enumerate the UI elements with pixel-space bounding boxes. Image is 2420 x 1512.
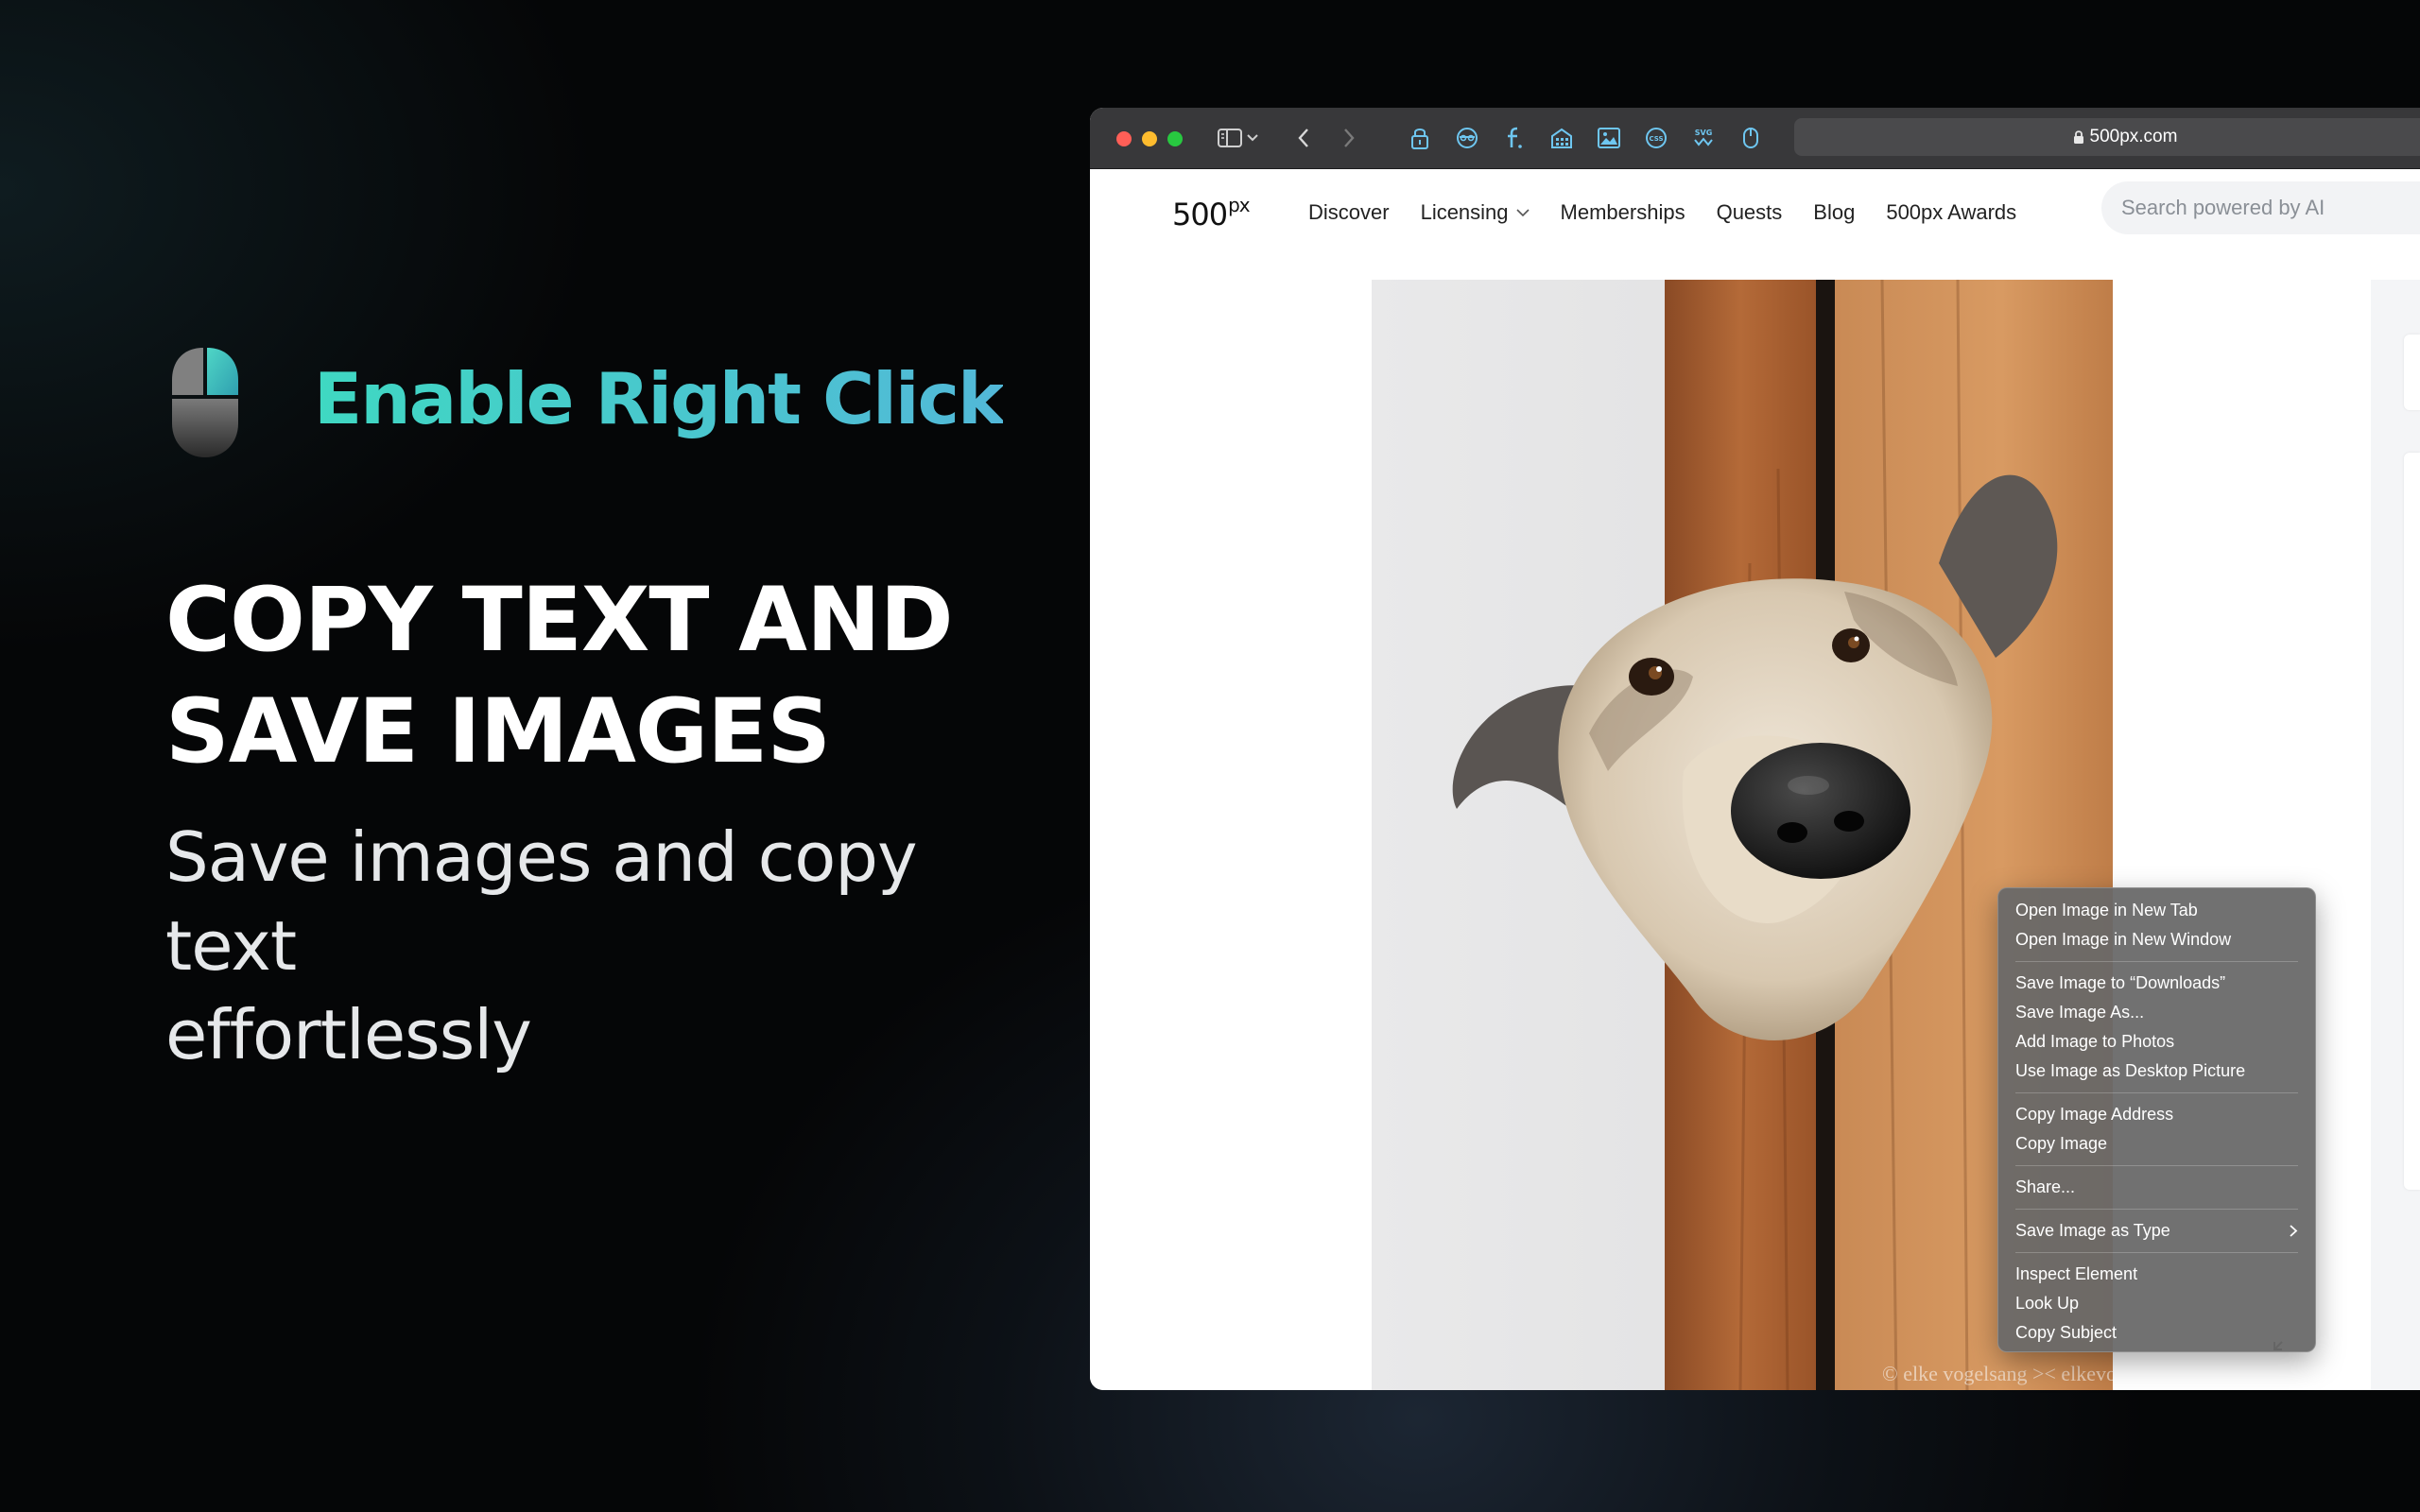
subline-line-2: effortlessly — [165, 995, 532, 1074]
css-icon[interactable]: CSS — [1641, 123, 1671, 153]
menu-open-new-window[interactable]: Open Image in New Window — [1998, 925, 2315, 954]
mouse-icon — [172, 348, 238, 457]
menu-save-as-type-label: Save Image as Type — [2015, 1221, 2170, 1240]
svg-icon[interactable]: SVG — [1688, 123, 1719, 153]
context-menu: Open Image in New Tab Open Image in New … — [1997, 887, 2316, 1352]
logo-text: 500 — [1172, 197, 1228, 232]
menu-look-up[interactable]: Look Up — [1998, 1289, 2315, 1318]
svg-text:CSS: CSS — [1649, 135, 1663, 143]
building-icon[interactable] — [1547, 123, 1577, 153]
menu-inspect-element[interactable]: Inspect Element — [1998, 1260, 2315, 1289]
menu-separator — [2015, 1165, 2298, 1166]
nav-discover[interactable]: Discover — [1308, 200, 1390, 225]
menu-copy-image[interactable]: Copy Image — [1998, 1129, 2315, 1159]
menu-copy-image-address[interactable]: Copy Image Address — [1998, 1100, 2315, 1129]
menu-separator — [2015, 961, 2298, 962]
sidebar-icon[interactable] — [1215, 123, 1245, 153]
chevron-down-icon — [1515, 208, 1530, 216]
menu-add-to-photos[interactable]: Add Image to Photos — [1998, 1027, 2315, 1057]
side-card — [2404, 335, 2420, 410]
menu-save-to-downloads[interactable]: Save Image to “Downloads” — [1998, 969, 2315, 998]
menu-desktop-picture[interactable]: Use Image as Desktop Picture — [1998, 1057, 2315, 1086]
headline-line-1: COPY TEXT AND — [165, 569, 954, 672]
close-window-button[interactable] — [1116, 131, 1132, 146]
nav-blog[interactable]: Blog — [1813, 200, 1855, 225]
menu-separator — [2015, 1092, 2298, 1093]
subline: Save images and copy text effortlessly — [165, 813, 1063, 1079]
menu-copy-subject[interactable]: Copy Subject — [1998, 1318, 2315, 1348]
menu-separator — [2015, 1209, 2298, 1210]
menu-save-as-type[interactable]: Save Image as Type — [1998, 1216, 2315, 1246]
minimize-window-button[interactable] — [1142, 131, 1157, 146]
browser-toolbar: CSS SVG 500px.com — [1090, 108, 2420, 169]
chevron-right-icon — [2290, 1225, 2298, 1237]
site-nav: Discover Licensing Memberships Quests Bl… — [1308, 200, 2016, 225]
nav-licensing[interactable]: Licensing — [1421, 200, 1530, 225]
url-text: 500px.com — [2089, 127, 2178, 146]
headline-line-2: SAVE IMAGES — [165, 680, 831, 783]
image-icon[interactable] — [1594, 123, 1624, 153]
mouse-extension-icon[interactable] — [1736, 123, 1766, 153]
nav-licensing-label: Licensing — [1420, 200, 1509, 224]
nav-quests[interactable]: Quests — [1717, 200, 1783, 225]
forward-icon[interactable] — [1334, 123, 1364, 153]
app-title: Enable Right Click — [314, 357, 1005, 440]
eye-icon[interactable] — [1452, 123, 1482, 153]
back-icon[interactable] — [1288, 123, 1319, 153]
photo-credit: © elke vogelsang >< elkevogelsang.com — [1882, 1362, 2113, 1385]
menu-separator — [2015, 1252, 2298, 1253]
site-logo[interactable]: 500px — [1172, 194, 1251, 232]
svg-text:SVG: SVG — [1695, 129, 1713, 137]
zoom-window-button[interactable] — [1167, 131, 1183, 146]
headline: COPY TEXT AND SAVE IMAGES — [165, 565, 1016, 788]
subline-line-1: Save images and copy text — [165, 817, 918, 986]
logo-sup: px — [1228, 194, 1251, 216]
nav-awards[interactable]: 500px Awards — [1886, 200, 2016, 225]
address-bar[interactable]: 500px.com — [1794, 118, 2420, 156]
menu-save-image-as[interactable]: Save Image As... — [1998, 998, 2315, 1027]
menu-open-new-tab[interactable]: Open Image in New Tab — [1998, 896, 2315, 925]
lock-icon[interactable] — [1405, 123, 1435, 153]
menu-share[interactable]: Share... — [1998, 1173, 2315, 1202]
search-input[interactable] — [2101, 181, 2420, 234]
f-icon[interactable] — [1499, 123, 1530, 153]
nav-memberships[interactable]: Memberships — [1561, 200, 1685, 225]
padlock-icon — [2073, 130, 2083, 144]
side-card — [2404, 453, 2420, 1190]
chevron-down-icon[interactable] — [1243, 123, 1262, 153]
